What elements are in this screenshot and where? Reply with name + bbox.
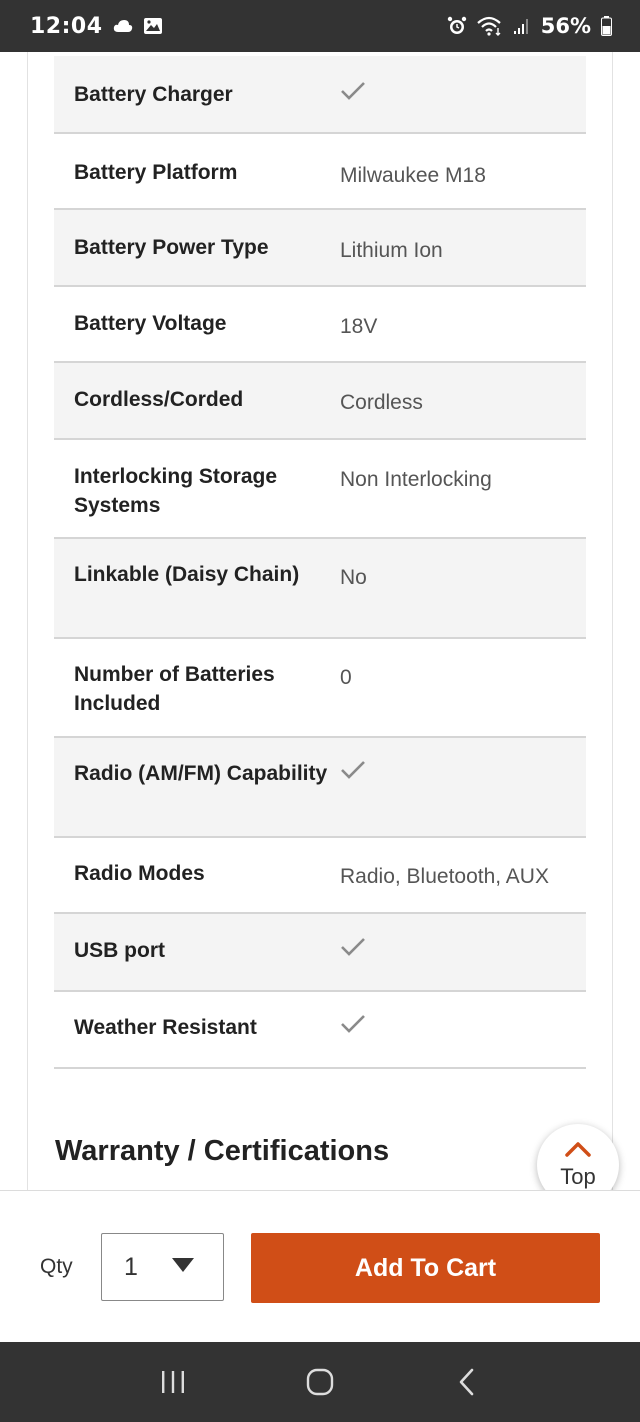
product-content[interactable]: Battery Charger Battery Platform Milwauk…	[0, 52, 640, 1190]
spec-name: Battery Platform	[74, 161, 238, 184]
spec-name: Weather Resistant	[74, 1016, 257, 1039]
spec-value: Lithium Ion	[340, 239, 443, 262]
wifi-icon	[476, 16, 503, 36]
purchase-bar: Qty 1 Add To Cart	[0, 1190, 640, 1342]
cloud-icon	[113, 19, 133, 33]
spec-row: Interlocking Storage Systems Non Interlo…	[54, 440, 586, 539]
back-icon[interactable]	[437, 1352, 497, 1412]
spec-name: Battery Charger	[74, 83, 233, 106]
spec-value	[340, 759, 566, 788]
quantity-value: 1	[124, 1252, 138, 1281]
qty-label: Qty	[40, 1255, 73, 1278]
checkmark-icon	[340, 936, 366, 965]
spec-name: Cordless/Corded	[74, 388, 244, 411]
chevron-up-icon	[564, 1141, 592, 1162]
alarm-icon	[447, 16, 467, 36]
spec-name: Interlocking Storage Systems	[74, 465, 278, 517]
spec-row: Radio Modes Radio, Bluetooth, AUX	[54, 838, 586, 914]
back-to-top-button[interactable]: Top	[537, 1124, 619, 1190]
status-right: 56%	[447, 14, 612, 38]
spec-value: Non Interlocking	[340, 468, 492, 491]
spec-row: Weather Resistant	[54, 992, 586, 1069]
signal-icon	[513, 17, 531, 35]
spec-row: Battery Platform Milwaukee M18	[54, 134, 586, 210]
quantity-select[interactable]: 1	[101, 1233, 224, 1301]
spec-row: Radio (AM/FM) Capability	[54, 738, 586, 838]
checkmark-icon	[340, 1013, 366, 1042]
system-nav-bar	[0, 1342, 640, 1422]
spec-value	[340, 80, 566, 109]
spec-name: Linkable (Daisy Chain)	[74, 563, 300, 586]
spec-value: Radio, Bluetooth, AUX	[340, 865, 549, 888]
spec-name: Battery Power Type	[74, 236, 269, 259]
spec-name: USB port	[74, 939, 165, 962]
battery-percent: 56%	[540, 14, 591, 38]
spec-name: Radio (AM/FM) Capability	[74, 762, 328, 785]
spec-row: Battery Voltage 18V	[54, 287, 586, 363]
spec-row: Cordless/Corded Cordless	[54, 363, 586, 440]
warranty-section-heading[interactable]: Warranty / Certifications	[55, 1135, 389, 1168]
status-time: 12:04	[30, 13, 103, 39]
spec-value	[340, 936, 566, 965]
frame-border-right	[612, 52, 613, 1190]
checkmark-icon	[340, 80, 366, 109]
spec-value: 18V	[340, 315, 378, 338]
checkmark-icon	[340, 759, 366, 788]
top-label: Top	[560, 1163, 596, 1189]
home-icon[interactable]	[290, 1352, 350, 1412]
gallery-icon	[143, 17, 163, 35]
add-to-cart-button[interactable]: Add To Cart	[251, 1233, 600, 1303]
frame-border-left	[27, 52, 28, 1190]
status-bar: 12:04 56%	[0, 0, 640, 52]
spec-value: 0	[340, 666, 352, 689]
spec-row: Linkable (Daisy Chain) No	[54, 539, 586, 639]
caret-down-icon	[171, 1257, 195, 1278]
spec-row: Number of Batteries Included 0	[54, 639, 586, 738]
spec-row: Battery Power Type Lithium Ion	[54, 210, 586, 287]
recents-icon[interactable]	[143, 1352, 203, 1412]
spec-name: Battery Voltage	[74, 312, 227, 335]
spec-name: Number of Batteries Included	[74, 663, 275, 715]
spec-value	[340, 1013, 566, 1042]
battery-icon	[601, 16, 612, 36]
spec-row: Battery Charger	[54, 56, 586, 134]
spec-row: USB port	[54, 914, 586, 992]
specifications-table: Battery Charger Battery Platform Milwauk…	[54, 56, 586, 1069]
spec-value: No	[340, 566, 367, 589]
status-left: 12:04	[30, 14, 163, 39]
spec-value: Cordless	[340, 391, 423, 414]
spec-value: Milwaukee M18	[340, 164, 486, 187]
spec-name: Radio Modes	[74, 862, 205, 885]
